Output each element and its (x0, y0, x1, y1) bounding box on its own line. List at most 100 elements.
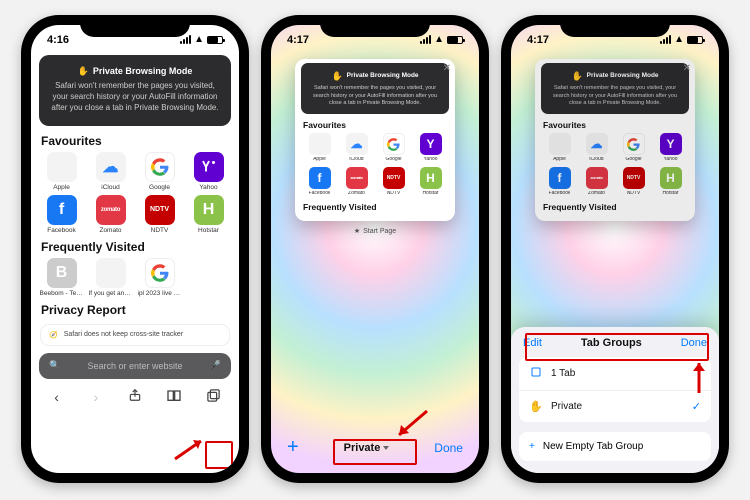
tab-icon (529, 366, 543, 381)
back-button[interactable]: ‹ (45, 389, 69, 405)
search-icon: 🔍 (49, 360, 60, 371)
ndtv-icon: NDTV (623, 167, 645, 189)
wifi-icon: ▲ (434, 34, 444, 45)
close-tab-button[interactable]: ✕ (443, 63, 451, 74)
content: ✋ Private Browsing Mode Safari won't reme… (31, 49, 239, 473)
pb-title: Private Browsing Mode (93, 65, 193, 77)
mini-freq-heading: Frequently Visited (295, 202, 455, 215)
favourites-heading: Favourites (31, 134, 239, 152)
mic-icon: 🎤 (210, 360, 221, 371)
mini-fav-grid: Apple ☁iCloud Google YYahoo fFacebook zo… (295, 133, 455, 202)
fav-icloud[interactable]: ☁iCloud (88, 152, 133, 191)
hand-icon: ✋ (78, 65, 89, 77)
done-button[interactable]: Done (434, 441, 463, 455)
search-placeholder: Search or enter website (66, 361, 204, 371)
bookmarks-button[interactable] (162, 388, 186, 405)
favourites-grid: Apple ☁iCloud Google Yahoo fFacebook zom… (31, 152, 239, 240)
fav-facebook[interactable]: fFacebook (39, 195, 84, 234)
status-time: 4:16 (47, 34, 69, 46)
icloud-icon: ☁ (586, 133, 608, 155)
freq-apple-support[interactable]: If you get an alert i… (88, 258, 133, 297)
edit-button[interactable]: Edit (523, 337, 542, 349)
facebook-icon: f (47, 195, 77, 225)
battery-icon (447, 36, 463, 44)
letter-icon: B (47, 258, 77, 288)
forward-button[interactable]: › (84, 389, 108, 405)
search-field[interactable]: 🔍 Search or enter website 🎤 (39, 353, 231, 379)
freq-ipl[interactable]: ipl 2023 live - Goo… (137, 258, 182, 297)
tab-group-selector[interactable]: Private (344, 442, 390, 454)
tab-group-private[interactable]: ✋ Private ✓ (519, 391, 711, 422)
hotstar-icon: H (660, 167, 682, 189)
fav-apple[interactable]: Apple (39, 152, 84, 191)
apple-icon (309, 133, 331, 155)
hand-icon: ✋ (331, 70, 342, 82)
yahoo-icon: Y (420, 133, 442, 155)
new-tab-button[interactable]: + (287, 436, 299, 459)
apple-icon (47, 152, 77, 182)
notch (320, 15, 430, 37)
freq-heading: Frequently Visited (31, 240, 239, 258)
status-right: ▲ (180, 34, 223, 45)
wifi-icon: ▲ (194, 34, 204, 45)
tab-caption: ★Start Page (354, 227, 396, 235)
status-time: 4:17 (527, 34, 549, 46)
private-icon: ✋ (529, 400, 543, 413)
fav-zomato[interactable]: zomatoZomato (88, 195, 133, 234)
compass-icon: 🧭 (49, 331, 58, 339)
hotstar-icon: H (194, 195, 224, 225)
share-button[interactable] (123, 388, 147, 405)
fav-yahoo[interactable]: Yahoo (186, 152, 231, 191)
sheet-title: Tab Groups (581, 337, 642, 349)
icloud-icon: ☁ (346, 133, 368, 155)
close-tab-button: ✕ (683, 63, 691, 74)
phone-2: 4:17 ▲ ✕ ✋Private Browsing Mode Safari w… (261, 15, 489, 483)
zomato-icon: zomato (346, 167, 368, 189)
tab-groups-sheet: Edit Tab Groups Done 1 Tab ✋ Private ✓ +… (511, 327, 719, 473)
new-tab-group-button[interactable]: + New Empty Tab Group (519, 432, 711, 461)
pb-body: Safari won't remember the pages you visi… (49, 81, 221, 113)
fav-ndtv[interactable]: NDTVNDTV (137, 195, 182, 234)
screen-1: 4:16 ▲ ✋ Private Browsing Mode Safari won… (31, 25, 239, 473)
icloud-icon: ☁ (96, 152, 126, 182)
signal-icon (180, 35, 191, 44)
zomato-icon: zomato (586, 167, 608, 189)
tabs-button[interactable] (201, 388, 225, 406)
facebook-icon: f (549, 167, 571, 189)
toolbar: ‹ › (31, 385, 239, 413)
tab-switcher-bottom: + Private Done (271, 428, 479, 473)
google-icon (145, 258, 175, 288)
screen-2: 4:17 ▲ ✕ ✋Private Browsing Mode Safari w… (271, 25, 479, 473)
zomato-icon: zomato (96, 195, 126, 225)
battery-icon (207, 36, 223, 44)
yahoo-icon (194, 152, 224, 182)
fav-hotstar[interactable]: HHotstar (186, 195, 231, 234)
ndtv-icon: NDTV (383, 167, 405, 189)
private-browsing-banner: ✋ Private Browsing Mode Safari won't reme… (39, 55, 231, 126)
star-icon: ★ (354, 227, 360, 235)
apple-icon (549, 133, 571, 155)
apple-icon (96, 258, 126, 288)
wifi-icon: ▲ (674, 34, 684, 45)
fav-google[interactable]: Google (137, 152, 182, 191)
mini-fav-heading: Favourites (295, 120, 455, 133)
status-time: 4:17 (287, 34, 309, 46)
signal-icon (660, 35, 671, 44)
google-icon (145, 152, 175, 182)
freq-beebom[interactable]: BBeebom - Tech That… (39, 258, 84, 297)
privacy-row[interactable]: 🧭 Safari does not keep cross-site tracke… (41, 325, 229, 345)
plus-icon: + (529, 441, 535, 452)
pb-banner-mini: ✋Private Browsing Mode Safari won't reme… (301, 63, 449, 114)
yahoo-icon: Y (660, 133, 682, 155)
phone-1: 4:16 ▲ ✋ Private Browsing Mode Safari won… (21, 15, 249, 483)
chevron-down-icon (383, 446, 389, 450)
google-icon (623, 133, 645, 155)
privacy-text: Safari does not keep cross-site tracker (64, 331, 183, 338)
screen-3: 4:17 ▲ ✕ ✋Private Browsing ModeSafari wo… (511, 25, 719, 473)
sheet-done-button[interactable]: Done (681, 337, 707, 349)
battery-icon (687, 36, 703, 44)
tab-group-1tab[interactable]: 1 Tab (519, 357, 711, 391)
tab-preview[interactable]: ✕ ✋Private Browsing Mode Safari won't re… (295, 59, 455, 221)
google-icon (383, 133, 405, 155)
facebook-icon: f (309, 167, 331, 189)
